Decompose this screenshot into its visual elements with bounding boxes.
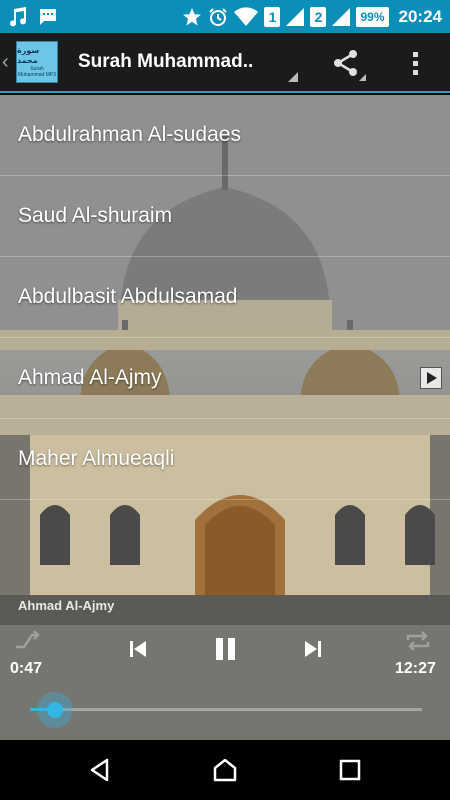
navigation-bar [0,740,450,800]
overflow-dot [412,60,418,66]
app-logo[interactable]: سورة محمد Surah Muhammad MP3 [16,41,58,83]
overflow-dot [412,69,418,75]
seek-thumb-dot [46,702,63,718]
reciter-name: Ahmad Al-Ajmy [18,366,162,389]
skip-previous-icon [130,641,146,657]
list-item[interactable]: Abdulbasit Abdulsamad [0,257,450,338]
list-item[interactable]: Maher Almueaqli [0,419,450,500]
seek-thumb[interactable] [36,692,73,728]
reciter-name: Abdulbasit Abdulsamad [18,285,238,308]
overflow-menu-button[interactable] [400,45,430,81]
pause-icon [215,638,223,660]
elapsed-time: 0:47 [10,660,43,677]
reciter-name: Saud Al-shuraim [18,204,173,227]
share-dropdown-corner-icon [359,74,366,81]
share-button[interactable] [326,45,366,81]
skip-next-icon [305,641,321,657]
now-playing-label: Ahmad Al-Ajmy [18,598,115,613]
next-button[interactable] [301,636,325,662]
logo-arabic-text: سورة محمد [17,46,40,65]
nav-home-button[interactable] [200,750,250,790]
reciter-name: Maher Almueaqli [18,447,175,470]
logo-text: Surah Muhammad MP3 [17,66,57,78]
status-time: 20:24 [398,6,442,26]
status-bar: 1 2 99% 20:24 [0,0,450,33]
repeat-icon[interactable] [404,630,432,657]
nav-back-button[interactable] [75,750,125,790]
share-icon [334,50,357,76]
list-item[interactable]: Abdulrahman Al-sudaes [0,95,450,176]
total-time: 12:27 [395,660,436,677]
pause-button[interactable] [212,636,238,662]
previous-button[interactable] [126,636,150,662]
dropdown-corner-icon [288,72,298,82]
reciter-name: Abdulrahman Al-sudaes [18,123,241,146]
reciter-list: Abdulrahman Al-sudaes Saud Al-shuraim Ab… [0,95,450,500]
wifi-icon [234,6,259,27]
sim2-badge: 2 [310,6,327,27]
nav-recents-button[interactable] [325,750,375,790]
now-playing-icon [420,367,442,389]
back-icon [90,758,109,782]
title-spinner[interactable]: Surah Muhammad.. [78,32,298,92]
music-note-icon [8,6,28,28]
pause-icon [227,638,235,660]
home-icon [213,758,237,782]
up-chevron-icon[interactable]: ‹ [2,51,14,74]
list-item[interactable]: Ahmad Al-Ajmy [0,338,450,419]
overflow-dot [412,51,418,57]
sms-icon [38,7,58,27]
star-icon [182,7,202,27]
page-title: Surah Muhammad.. [78,51,254,72]
list-item[interactable]: Saud Al-shuraim [0,176,450,257]
sim2-signal-icon [332,7,351,26]
alarm-icon [208,7,228,27]
recents-icon [339,759,361,781]
battery-icon: 99% [356,6,389,27]
action-bar: ‹ سورة محمد Surah Muhammad MP3 Surah Muh… [0,33,450,93]
shuffle-icon[interactable] [14,630,42,657]
sim1-badge: 1 [264,6,281,27]
seek-bar[interactable] [30,708,422,711]
sim1-signal-icon [286,7,305,26]
